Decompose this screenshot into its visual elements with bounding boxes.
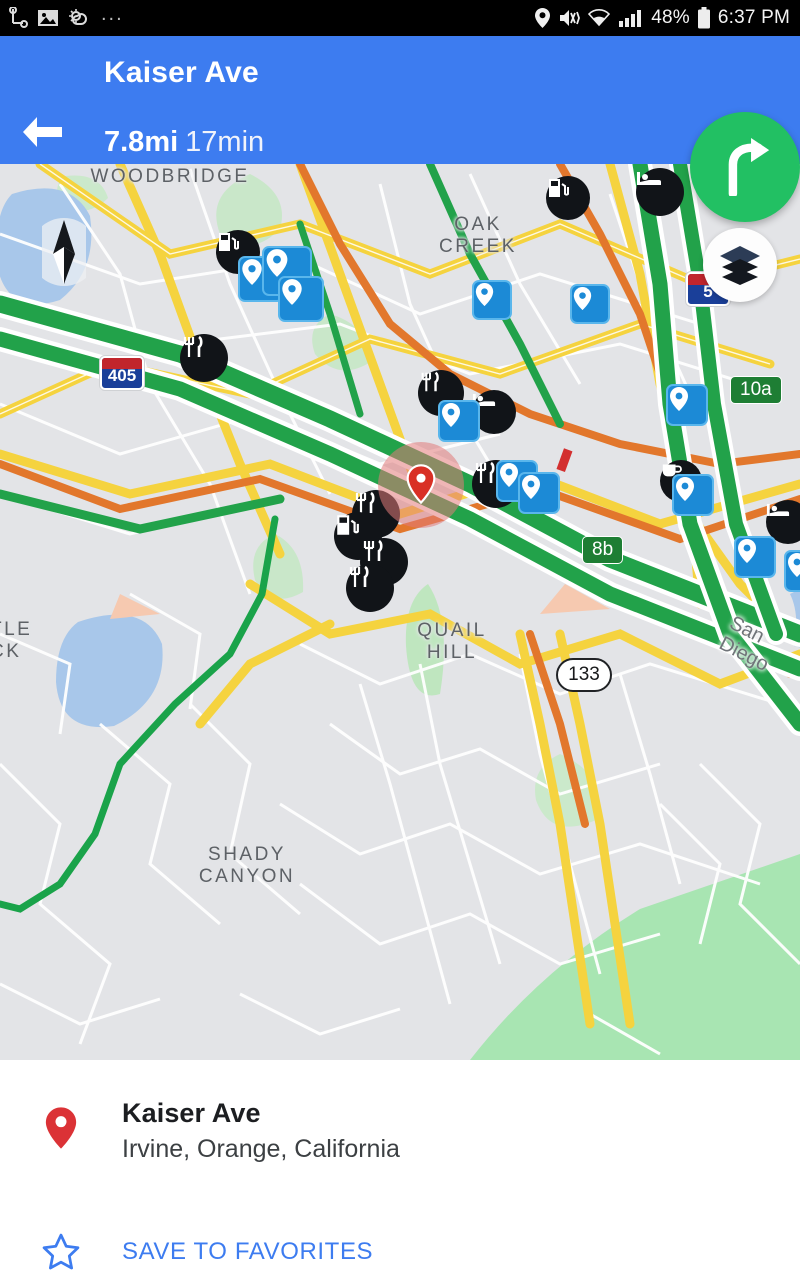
highway-shield-133: 133	[556, 658, 612, 692]
app-root: ... 48% 6:37 PM Kaiser Ave 7.8mi 17min W…	[0, 0, 800, 1280]
back-button[interactable]	[14, 108, 70, 156]
route-stats: 7.8mi 17min	[104, 126, 264, 159]
status-bar: ... 48% 6:37 PM	[0, 0, 800, 36]
weather-sun-cloud-icon	[68, 8, 92, 29]
hotel-bed-icon	[637, 172, 661, 185]
shield-label: 405	[107, 366, 137, 385]
map-marker-icon	[522, 475, 540, 499]
turn-right-arrow-icon	[728, 138, 770, 196]
map-marker-badge[interactable]	[518, 472, 560, 514]
place-name: Kaiser Ave	[122, 1098, 261, 1128]
exit-tag: 10a	[730, 376, 782, 404]
shield-label: 133	[568, 664, 600, 685]
back-arrow-icon	[23, 117, 62, 147]
map-canvas[interactable]: WOODBRIDGE OAK CREEK QUAIL HILL SHADY CA…	[0, 164, 800, 1060]
map-layers-icon	[720, 246, 760, 285]
gas-station-icon	[549, 179, 569, 197]
overflow-dots-icon: ...	[101, 2, 124, 25]
map-marker-icon	[242, 259, 262, 285]
map-marker-badge[interactable]	[734, 536, 776, 578]
gas-station-icon	[219, 233, 239, 251]
map-marker-icon	[738, 539, 756, 563]
route-distance: 7.8mi	[104, 126, 179, 158]
map-marker-icon	[442, 403, 460, 427]
map-marker-icon	[670, 387, 688, 411]
map-marker-badge[interactable]	[278, 276, 324, 322]
map-marker-badge[interactable]	[570, 284, 610, 324]
map-marker-icon	[676, 477, 694, 501]
poi-hotel[interactable]	[636, 168, 684, 216]
map-marker-icon	[475, 282, 494, 307]
map-marker-icon	[282, 279, 302, 305]
map-marker-badge[interactable]	[438, 400, 480, 442]
route-duration: 17min	[185, 126, 265, 158]
map-active-route	[0, 515, 279, 913]
map-marker-icon	[788, 553, 800, 577]
restaurant-icon	[475, 461, 495, 483]
map-marker-badge[interactable]	[472, 280, 512, 320]
restaurant-icon	[421, 371, 439, 392]
place-info-row: Kaiser Ave Irvine, Orange, California	[0, 1098, 800, 1164]
highway-shield-i405: 405	[100, 356, 144, 390]
battery-icon	[697, 7, 711, 29]
route-header: Kaiser Ave 7.8mi 17min	[0, 36, 800, 164]
restaurant-icon	[349, 565, 369, 587]
save-to-favorites-button[interactable]: SAVE TO FAVORITES	[0, 1232, 800, 1272]
map-marker-icon	[500, 463, 518, 487]
clock-label: 6:37 PM	[717, 7, 790, 28]
exit-tag: 8b	[582, 536, 624, 564]
poi-restaurant[interactable]	[180, 334, 228, 382]
poi-restaurant[interactable]	[346, 564, 394, 612]
place-text-block: Kaiser Ave Irvine, Orange, California	[122, 1098, 400, 1164]
place-detail-sheet: Kaiser Ave Irvine, Orange, California SA…	[0, 1060, 800, 1280]
status-bar-right: 48% 6:37 PM	[534, 7, 790, 29]
location-pin-icon	[534, 7, 551, 29]
poi-gas-station[interactable]	[546, 176, 590, 220]
hotel-bed-icon	[766, 503, 790, 516]
star-outline-icon	[0, 1232, 122, 1272]
red-location-pin-icon	[0, 1098, 122, 1150]
status-bar-left: ...	[8, 3, 124, 30]
gas-station-icon	[337, 515, 359, 535]
map-marker-icon	[573, 286, 592, 311]
battery-percent-label: 48%	[651, 7, 690, 28]
map-marker-badge[interactable]	[784, 550, 800, 592]
start-navigation-button[interactable]	[690, 112, 800, 222]
map-vector-graphics	[0, 164, 800, 1060]
restaurant-icon	[363, 539, 383, 561]
map-marker-badge[interactable]	[666, 384, 708, 426]
location-route-icon	[8, 6, 28, 29]
page-title: Kaiser Ave	[104, 56, 259, 89]
cell-signal-icon	[618, 8, 644, 28]
map-marker-icon	[266, 249, 288, 277]
map-layers-button[interactable]	[703, 228, 777, 302]
save-to-favorites-label: SAVE TO FAVORITES	[122, 1238, 374, 1265]
place-address: Irvine, Orange, California	[122, 1135, 400, 1163]
restaurant-icon	[183, 335, 203, 357]
volume-mute-vibrate-icon	[558, 8, 581, 28]
wifi-icon	[587, 8, 611, 28]
map-marker-badge[interactable]	[672, 474, 714, 516]
image-icon	[37, 8, 59, 28]
